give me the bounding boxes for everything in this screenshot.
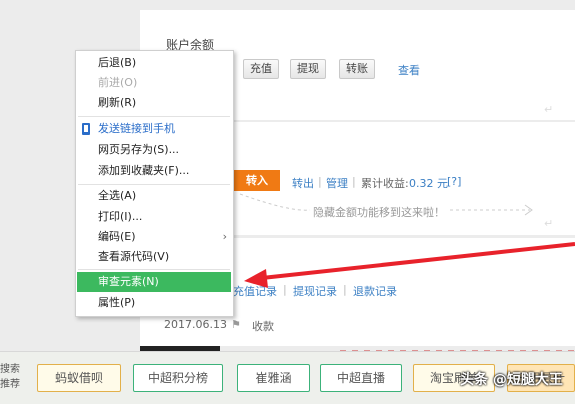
recommend-button[interactable]: 蚂蚁借呗 — [37, 364, 121, 392]
menu-separator — [78, 116, 230, 117]
toolbar-label-line2: 推荐 — [0, 379, 20, 390]
menu-item-print[interactable]: 打印(I)... — [76, 207, 233, 227]
phone-icon — [82, 123, 90, 135]
menu-item-select-all[interactable]: 全选(A) — [76, 186, 233, 206]
menu-item-add-favorite[interactable]: 添加到收藏夹(F)... — [76, 161, 233, 181]
menu-item-forward[interactable]: 前进(O) — [76, 73, 233, 93]
menu-item-encoding[interactable]: 编码(E) › — [76, 227, 233, 247]
menu-item-back[interactable]: 后退(B) — [76, 53, 233, 73]
chevron-right-icon: › — [222, 230, 227, 243]
menu-item-send-to-phone[interactable]: 发送链接到手机 — [76, 119, 233, 139]
menu-item-refresh[interactable]: 刷新(R) — [76, 93, 233, 113]
context-menu: 后退(B) 前进(O) 刷新(R) 发送链接到手机 网页另存为(S)... 添加… — [75, 50, 234, 317]
watermark: 头条 @短腿大王 — [460, 372, 563, 388]
recommend-button[interactable]: 中超积分榜 — [133, 364, 223, 392]
menu-separator — [78, 184, 230, 185]
menu-item-view-source[interactable]: 查看源代码(V) — [76, 247, 233, 267]
toolbar-label-line1: 搜索 — [0, 364, 20, 375]
menu-item-save-as[interactable]: 网页另存为(S)... — [76, 140, 233, 160]
toolbar-label: 搜索 推荐 — [0, 362, 20, 392]
recommend-button[interactable]: 崔雅涵 — [237, 364, 310, 392]
recommend-button[interactable]: 中超直播 — [320, 364, 402, 392]
menu-item-properties[interactable]: 属性(P) — [76, 293, 233, 313]
menu-item-inspect-element[interactable]: 审查元素(N) — [77, 272, 231, 292]
menu-separator — [78, 269, 230, 270]
